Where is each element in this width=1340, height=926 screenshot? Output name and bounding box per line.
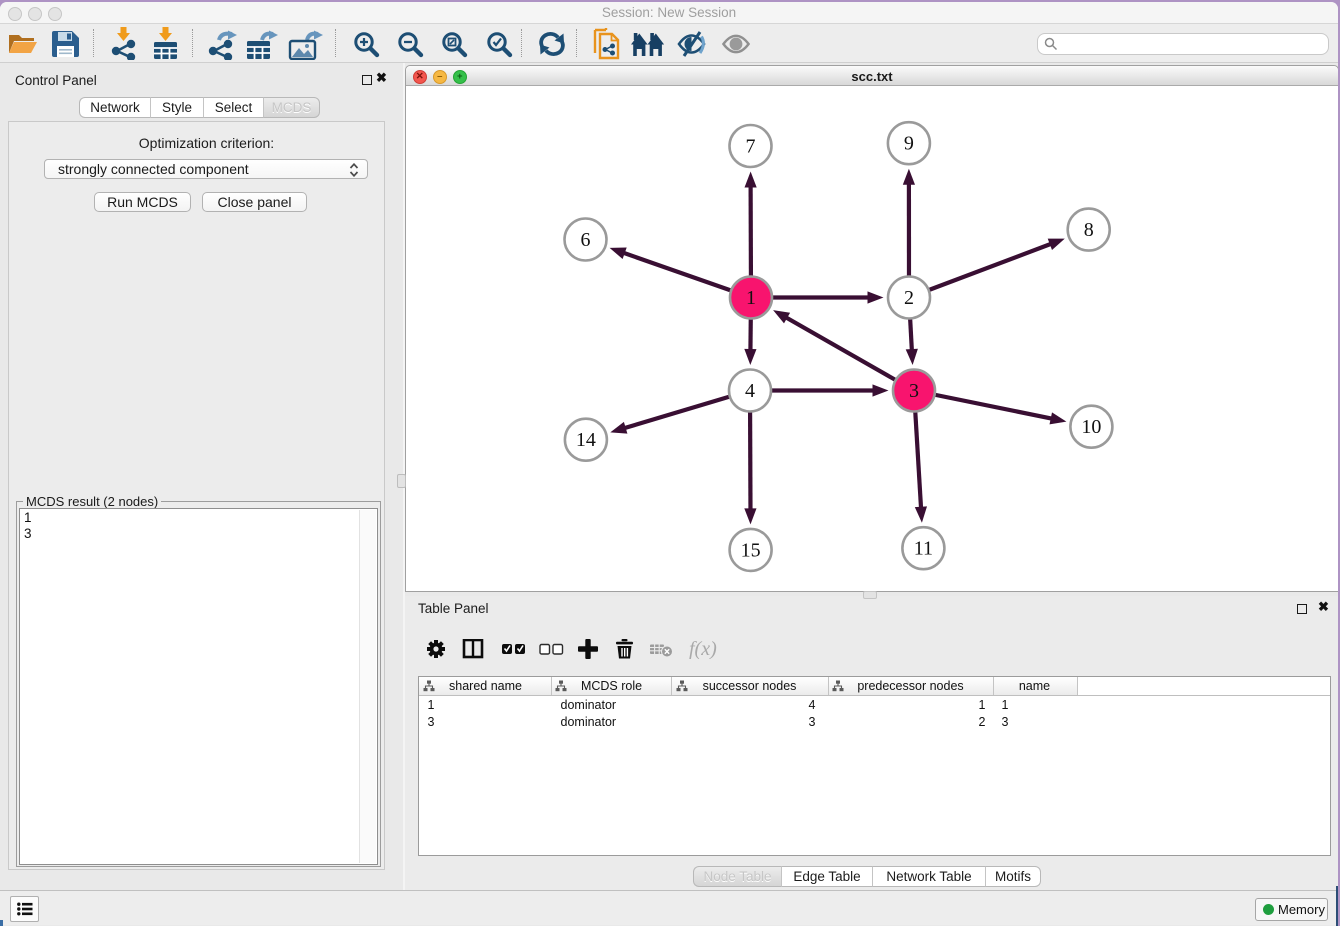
svg-text:15: 15 — [741, 539, 761, 561]
svg-text:9: 9 — [904, 133, 914, 155]
svg-text:8: 8 — [1084, 219, 1094, 241]
svg-text:14: 14 — [576, 429, 596, 451]
svg-text:4: 4 — [745, 380, 755, 402]
svg-text:10: 10 — [1081, 416, 1101, 438]
svg-text:3: 3 — [909, 380, 919, 402]
svg-text:f(x): f(x) — [689, 639, 717, 659]
svg-text:7: 7 — [746, 136, 756, 158]
svg-text:11: 11 — [914, 538, 933, 560]
svg-text:6: 6 — [581, 229, 591, 251]
svg-text:1: 1 — [746, 287, 756, 309]
svg-text:2: 2 — [904, 287, 914, 309]
